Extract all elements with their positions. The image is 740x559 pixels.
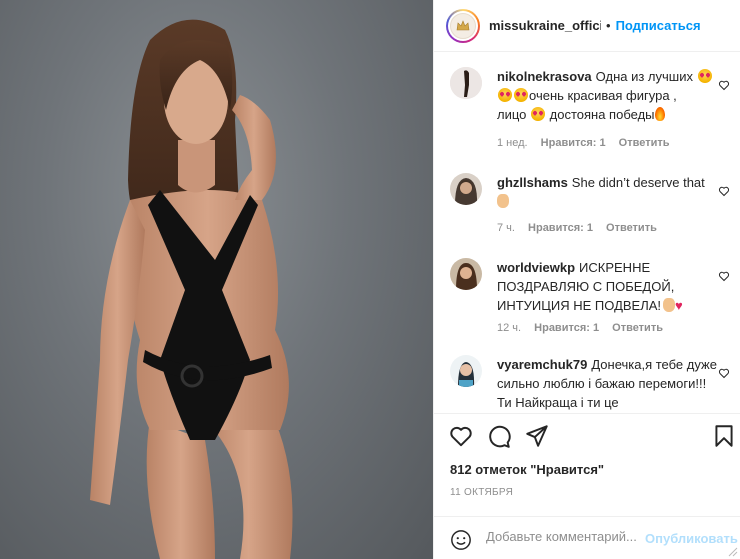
smiley-icon[interactable] <box>450 529 472 551</box>
comment-avatar[interactable] <box>450 258 482 290</box>
like-comment-heart-icon[interactable] <box>718 185 730 197</box>
like-comment-heart-icon[interactable] <box>718 79 730 91</box>
post-actions: 812 отметок "Нравится" 11 ОКТЯБРЯ Опубли… <box>434 413 740 550</box>
post-header: missukraine_official • Подписаться <box>434 0 740 52</box>
publish-button[interactable]: Опубликовать <box>645 531 738 546</box>
comment-likes[interactable]: Нравится: 1 <box>528 222 593 234</box>
comment-icon[interactable] <box>486 423 512 449</box>
comment-likes[interactable]: Нравится: 1 <box>541 137 606 149</box>
heart-eyes-emoji-icon <box>531 107 546 121</box>
post-photo[interactable] <box>0 0 433 559</box>
bookmark-icon[interactable] <box>711 423 737 449</box>
heart-eyes-emoji-icon <box>498 88 512 102</box>
follow-button[interactable]: Подписаться <box>616 18 701 33</box>
account-username[interactable]: missukraine_official <box>489 18 601 33</box>
reply-button[interactable]: Ответить <box>612 322 663 334</box>
comment-username[interactable]: ghzllshams <box>497 175 568 190</box>
fire-emoji-icon <box>654 107 665 121</box>
comment-likes[interactable]: Нравится: 1 <box>534 322 599 334</box>
heart-icon[interactable] <box>448 423 474 449</box>
comment-item: ghzllshams She didn’t deserve that 7 ч. Н… <box>450 173 740 243</box>
comment-meta: 1 нед. Нравится: 1 Ответить <box>497 137 670 149</box>
comments-list[interactable]: nikolnekrasova Одна из лучших очень краси… <box>434 53 740 413</box>
account-avatar[interactable] <box>446 8 480 43</box>
reply-button[interactable]: Ответить <box>619 137 670 149</box>
share-icon[interactable] <box>524 423 550 449</box>
heart-eyes-emoji-icon <box>514 88 528 102</box>
comment-input[interactable] <box>486 529 646 544</box>
comment-text: nikolnekrasova Одна из лучших очень краси… <box>497 67 717 124</box>
comment-item: vyaremchuk79 Донечка,я тебе дуже сильно л… <box>450 355 740 413</box>
add-comment-bar: Опубликовать <box>434 516 740 559</box>
like-comment-heart-icon[interactable] <box>718 270 730 282</box>
comment-username[interactable]: nikolnekrasova <box>497 69 592 84</box>
comment-item: nikolnekrasova Одна из лучших очень краси… <box>450 67 740 157</box>
comment-avatar[interactable] <box>450 173 482 205</box>
post-sidebar: missukraine_official • Подписаться nikol… <box>433 0 740 559</box>
header-separator: • <box>606 18 611 33</box>
resize-grip-icon[interactable] <box>728 547 738 557</box>
comment-text: vyaremchuk79 Донечка,я тебе дуже сильно л… <box>497 357 717 410</box>
comment-avatar[interactable] <box>450 355 482 387</box>
like-comment-heart-icon[interactable] <box>718 367 730 379</box>
post-photo-illustration <box>90 19 293 559</box>
comment-avatar[interactable] <box>450 67 482 99</box>
comment-username[interactable]: vyaremchuk79 <box>497 357 587 372</box>
comment-meta: 7 ч. Нравится: 1 Ответить <box>497 222 657 234</box>
comment-text: worldviewkp ИСКРЕННЕ ПОЗДРАВЛЯЮ С ПОБЕДОЙ… <box>497 260 683 313</box>
reply-button[interactable]: Ответить <box>606 222 657 234</box>
instagram-post-modal: missukraine_official • Подписаться nikol… <box>0 0 740 559</box>
comment-item: worldviewkp ИСКРЕННЕ ПОЗДРАВЛЯЮ С ПОБЕДОЙ… <box>450 258 740 338</box>
likes-count[interactable]: 812 отметок "Нравится" <box>450 462 604 477</box>
comment-username[interactable]: worldviewkp <box>497 260 575 275</box>
hand-emoji-icon <box>497 194 509 208</box>
comment-text: ghzllshams She didn’t deserve that <box>497 173 717 211</box>
post-date: 11 ОКТЯБРЯ <box>450 487 514 498</box>
heart-eyes-emoji-icon <box>697 69 712 83</box>
red-heart-emoji-icon: ♥ <box>675 298 683 313</box>
comment-meta: 12 ч. Нравится: 1 Ответить <box>497 322 663 334</box>
raised-hands-emoji-icon <box>663 298 676 312</box>
crown-logo-icon <box>450 12 476 39</box>
